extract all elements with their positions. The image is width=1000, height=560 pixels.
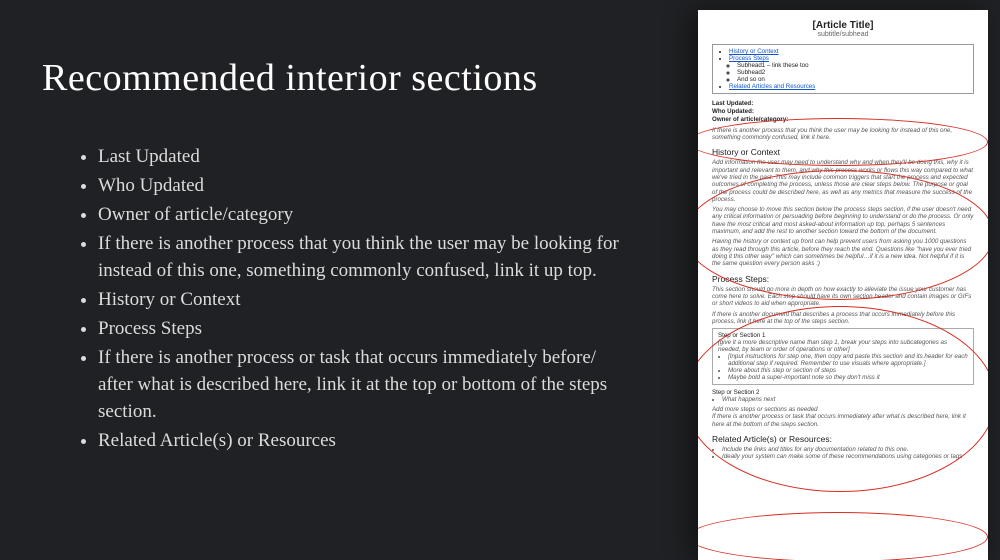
bullet-item: Who Updated xyxy=(98,173,622,200)
add-more-note: Add more steps or sections as needed xyxy=(712,406,974,413)
process-para: This section should go more in depth on … xyxy=(712,286,974,308)
slide: Recommended interior sections Last Updat… xyxy=(0,0,1000,560)
toc-sub: Subhead1 – link these too xyxy=(737,62,967,69)
heading-process: Process Steps: xyxy=(712,274,974,284)
template-document: [Article Title] subtitle/subhead History… xyxy=(698,10,988,560)
slide-text-column: Recommended interior sections Last Updat… xyxy=(0,0,680,560)
step1-bullet: Maybe bold a super-important note so the… xyxy=(728,374,968,381)
after-note: If there is another process or task that… xyxy=(712,413,974,428)
history-para: Having the history or context up front c… xyxy=(712,238,974,267)
step2-bullet: What happens next xyxy=(722,396,974,403)
bullet-item: History or Context xyxy=(98,287,622,314)
slide-title: Recommended interior sections xyxy=(42,56,670,100)
toc-link[interactable]: History or Context xyxy=(729,48,779,55)
annotation-oval xyxy=(698,512,988,560)
bullet-item: Last Updated xyxy=(98,144,622,171)
bullet-item: If there is another process or task that… xyxy=(98,345,622,426)
doc-toc: History or Context Process Steps Subhead… xyxy=(712,44,974,94)
history-para: You may choose to move this section belo… xyxy=(712,206,974,235)
bullet-item: Process Steps xyxy=(98,316,622,343)
step-box: Step or Section 1 [give it a more descri… xyxy=(712,328,974,385)
meta-owner: Owner of article/category: xyxy=(712,116,974,124)
toc-link[interactable]: Process Steps xyxy=(729,55,769,62)
bullet-list: Last Updated Who Updated Owner of articl… xyxy=(42,144,622,455)
bullet-item: Owner of article/category xyxy=(98,202,622,229)
toc-sub: Subhead2 xyxy=(737,69,967,76)
step1-bullet: More about this step or section of steps xyxy=(728,367,968,374)
meta-who-updated: Who Updated: xyxy=(712,108,974,116)
related-bullet: Include the links and titles for any doc… xyxy=(722,446,974,453)
step1-bullet: [Input instructions for step one, then c… xyxy=(728,353,968,367)
document-body: [Article Title] subtitle/subhead History… xyxy=(698,10,988,560)
heading-related: Related Article(s) or Resources: xyxy=(712,434,974,444)
related-bullet: Ideally your system can make some of the… xyxy=(722,453,974,460)
step1-heading: Step or Section 1 xyxy=(718,332,968,339)
doc-subtitle: subtitle/subhead xyxy=(712,31,974,38)
toc-sub: And so on xyxy=(737,76,967,83)
bullet-item: If there is another process that you thi… xyxy=(98,231,622,285)
doc-title: [Article Title] xyxy=(712,20,974,31)
toc-link[interactable]: Related Articles and Resources xyxy=(729,83,815,90)
step2-heading: Step or Section 2 xyxy=(712,389,974,396)
step1-lead: [give it a more descriptive name than st… xyxy=(718,339,968,353)
meta-last-updated: Last Updated: xyxy=(712,100,974,108)
process-para: If there is another document that descri… xyxy=(712,311,974,326)
heading-history: History or Context xyxy=(712,147,974,157)
history-para: Add information the user may need to und… xyxy=(712,159,974,203)
confused-note: If there is another process that you thi… xyxy=(712,127,974,141)
bullet-item: Related Article(s) or Resources xyxy=(98,428,622,455)
